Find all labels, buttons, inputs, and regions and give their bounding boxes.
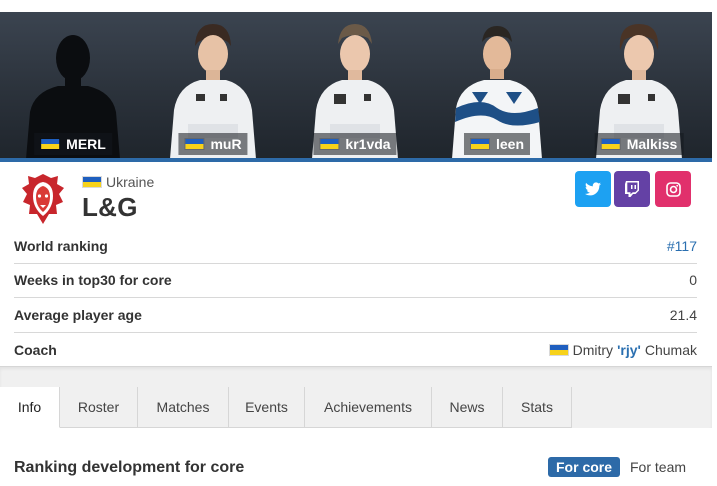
tab-achievements[interactable]: Achievements <box>305 387 432 428</box>
player-nameplate: muR <box>178 133 248 155</box>
team-stats-table: World ranking #117 Weeks in top30 for co… <box>14 229 697 367</box>
tab-info[interactable]: Info <box>0 387 60 428</box>
twitter-icon <box>585 182 601 196</box>
stat-row-weeks-top30: Weeks in top30 for core 0 <box>14 264 697 298</box>
coach-nick: 'rjy' <box>617 341 641 358</box>
player-card-kr1vda[interactable]: kr1vda <box>300 12 410 159</box>
team-name: L&G <box>82 192 138 222</box>
world-ranking-link[interactable]: #117 <box>667 238 697 254</box>
stat-label: Coach <box>14 341 57 358</box>
stat-value: 21.4 <box>669 306 697 323</box>
ranking-section-title: Ranking development for core <box>14 459 245 476</box>
ukraine-flag-icon <box>600 138 621 150</box>
for-core-toggle[interactable]: For core <box>548 457 621 477</box>
player-card-merl[interactable]: MERL <box>18 12 128 159</box>
player-strip: MERL muR kr1vda leen Malkiss <box>0 12 712 159</box>
tab-events[interactable]: Events <box>229 387 305 428</box>
player-card-malkiss[interactable]: Malkiss <box>584 12 694 159</box>
coach-link[interactable]: Dmitry 'rjy' Chumak <box>548 341 697 358</box>
player-nameplate: leen <box>463 133 531 155</box>
coach-first-name: Dmitry <box>572 341 614 358</box>
ukraine-flag-icon <box>82 176 102 188</box>
tab-roster[interactable]: Roster <box>60 387 138 428</box>
stat-row-average-age: Average player age 21.4 <box>14 298 697 333</box>
coach-last-name: Chumak <box>644 341 697 358</box>
player-nameplate: kr1vda <box>313 133 397 155</box>
player-nameplate: MERL <box>34 133 112 155</box>
ukraine-flag-icon <box>319 138 340 150</box>
stat-row-coach: Coach Dmitry 'rjy' Chumak <box>14 333 697 368</box>
ukraine-flag-icon <box>184 138 205 150</box>
stat-label: World ranking <box>14 237 108 254</box>
player-strip-border <box>0 158 712 162</box>
tab-news[interactable]: News <box>432 387 503 428</box>
tab-matches[interactable]: Matches <box>138 387 229 428</box>
player-nick: leen <box>495 136 525 152</box>
twitch-icon <box>625 181 639 197</box>
player-card-mur[interactable]: muR <box>158 12 268 159</box>
for-team-toggle[interactable]: For team <box>630 457 686 477</box>
stat-value: 0 <box>689 272 697 289</box>
twitch-button[interactable] <box>614 171 650 207</box>
twitter-button[interactable] <box>575 171 611 207</box>
ukraine-flag-icon <box>548 343 569 356</box>
lion-head-logo <box>22 174 64 224</box>
team-country: Ukraine <box>82 174 154 190</box>
player-nick: muR <box>210 136 242 152</box>
stat-label: Average player age <box>14 306 142 323</box>
instagram-icon <box>665 181 681 197</box>
player-nick: kr1vda <box>345 136 391 152</box>
player-nick: Malkiss <box>626 136 678 152</box>
ukraine-flag-icon <box>40 138 61 150</box>
instagram-button[interactable] <box>655 171 691 207</box>
player-nameplate: Malkiss <box>594 133 684 155</box>
player-nick: MERL <box>66 136 106 152</box>
tab-stats[interactable]: Stats <box>503 387 572 428</box>
player-card-leen[interactable]: leen <box>442 12 552 159</box>
stat-label: Weeks in top30 for core <box>14 272 172 289</box>
team-country-label: Ukraine <box>106 174 155 190</box>
tab-bar: Info Roster Matches Events Achievements … <box>0 387 572 428</box>
ukraine-flag-icon <box>469 138 490 150</box>
stat-row-world-ranking: World ranking #117 <box>14 229 697 264</box>
